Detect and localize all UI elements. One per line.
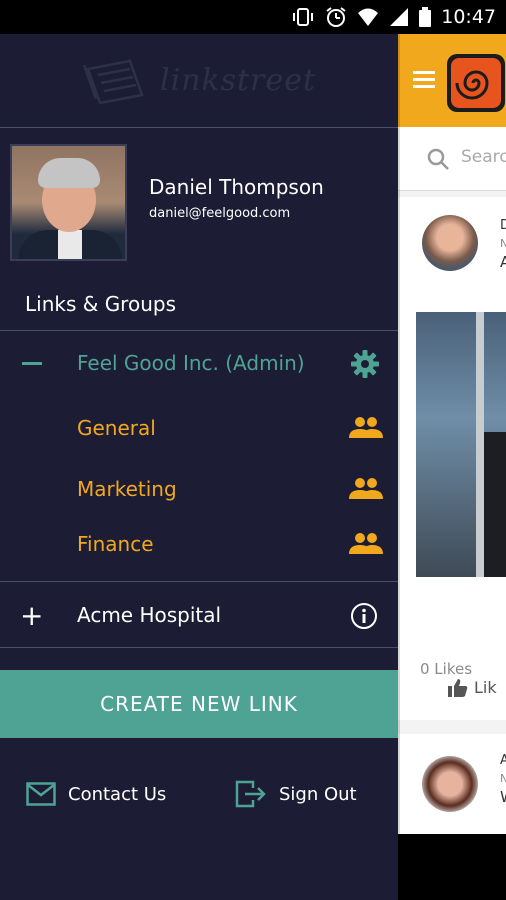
contact-us-link[interactable]: Contact Us — [26, 777, 166, 811]
group-label: General — [77, 416, 156, 440]
group-label: Marketing — [77, 477, 177, 501]
contact-label: Contact Us — [68, 783, 167, 805]
profile-avatar[interactable] — [10, 144, 127, 261]
search-placeholder: Searc — [461, 147, 506, 167]
group-icon — [349, 533, 383, 554]
group-label: Finance — [77, 532, 154, 556]
divider — [0, 330, 398, 331]
wifi-icon — [358, 8, 379, 26]
avatar — [422, 215, 478, 271]
gear-icon[interactable] — [350, 349, 380, 379]
signal-icon — [390, 8, 409, 26]
create-new-link-button[interactable]: CREATE NEW LINK — [0, 670, 398, 738]
post-card-2: A N W — [398, 734, 506, 834]
org-label: Feel Good Inc. (Admin) — [77, 351, 305, 375]
mail-icon — [26, 782, 56, 806]
post-author: D — [500, 218, 506, 233]
nav-bar-area — [398, 834, 506, 900]
group-icon — [349, 417, 383, 438]
post-text: A — [500, 253, 506, 271]
linkstreet-logo-icon — [82, 59, 144, 104]
like-button[interactable]: Lik — [448, 678, 497, 697]
divider — [0, 127, 398, 128]
section-title: Links & Groups — [25, 292, 176, 316]
app-logo — [447, 54, 505, 112]
info-icon[interactable] — [350, 602, 378, 630]
post-meta: D N A — [500, 215, 506, 273]
battery-icon — [419, 7, 432, 27]
post-subtitle: N — [500, 237, 506, 250]
app-header — [398, 34, 506, 127]
group-item-marketing[interactable]: Marketing — [0, 467, 398, 517]
divider — [0, 647, 398, 648]
avatar — [422, 756, 478, 812]
group-item-general[interactable]: General — [0, 406, 398, 456]
thumbs-up-icon — [448, 678, 468, 697]
profile-email: daniel@feelgood.com — [149, 206, 291, 221]
post-text: W — [500, 786, 506, 808]
search-icon — [427, 148, 449, 170]
brand-header: linkstreet — [0, 34, 398, 127]
post-card: D N A 0 Likes — [398, 197, 506, 720]
group-item-finance[interactable]: Finance — [0, 522, 398, 572]
likes-count: 0 Likes — [420, 660, 473, 678]
org-item-acme-hospital[interactable]: + Acme Hospital — [0, 585, 398, 647]
status-icons: 10:47 — [291, 0, 496, 34]
clock: 10:47 — [441, 6, 496, 28]
post-image — [416, 312, 506, 577]
org-item-feel-good[interactable]: Feel Good Inc. (Admin) — [0, 334, 398, 396]
post-author: A — [500, 753, 506, 768]
sign-out-link[interactable]: Sign Out — [235, 777, 357, 811]
expand-icon[interactable]: + — [20, 602, 43, 630]
search-bar[interactable]: Searc — [398, 127, 506, 191]
background-feed: Searc D N A 0 Likes Lik A N W — [398, 34, 506, 900]
group-icon — [349, 478, 383, 499]
vibrate-icon — [293, 8, 314, 26]
navigation-drawer: linkstreet Daniel Thompson daniel@feelgo… — [0, 34, 398, 900]
status-bar: 10:47 — [0, 0, 506, 34]
post-subtitle: N — [500, 772, 506, 785]
divider — [0, 581, 398, 582]
org-label: Acme Hospital — [77, 603, 222, 627]
post-meta: A N W — [500, 750, 506, 808]
sign-out-icon — [235, 780, 266, 808]
menu-icon[interactable] — [413, 71, 435, 92]
alarm-icon — [326, 7, 346, 27]
collapse-icon[interactable] — [22, 362, 42, 365]
like-label: Lik — [474, 678, 497, 697]
sign-out-label: Sign Out — [279, 783, 357, 805]
profile-name: Daniel Thompson — [149, 175, 324, 199]
brand-name: linkstreet — [159, 63, 317, 98]
drawer-edge — [398, 34, 400, 900]
